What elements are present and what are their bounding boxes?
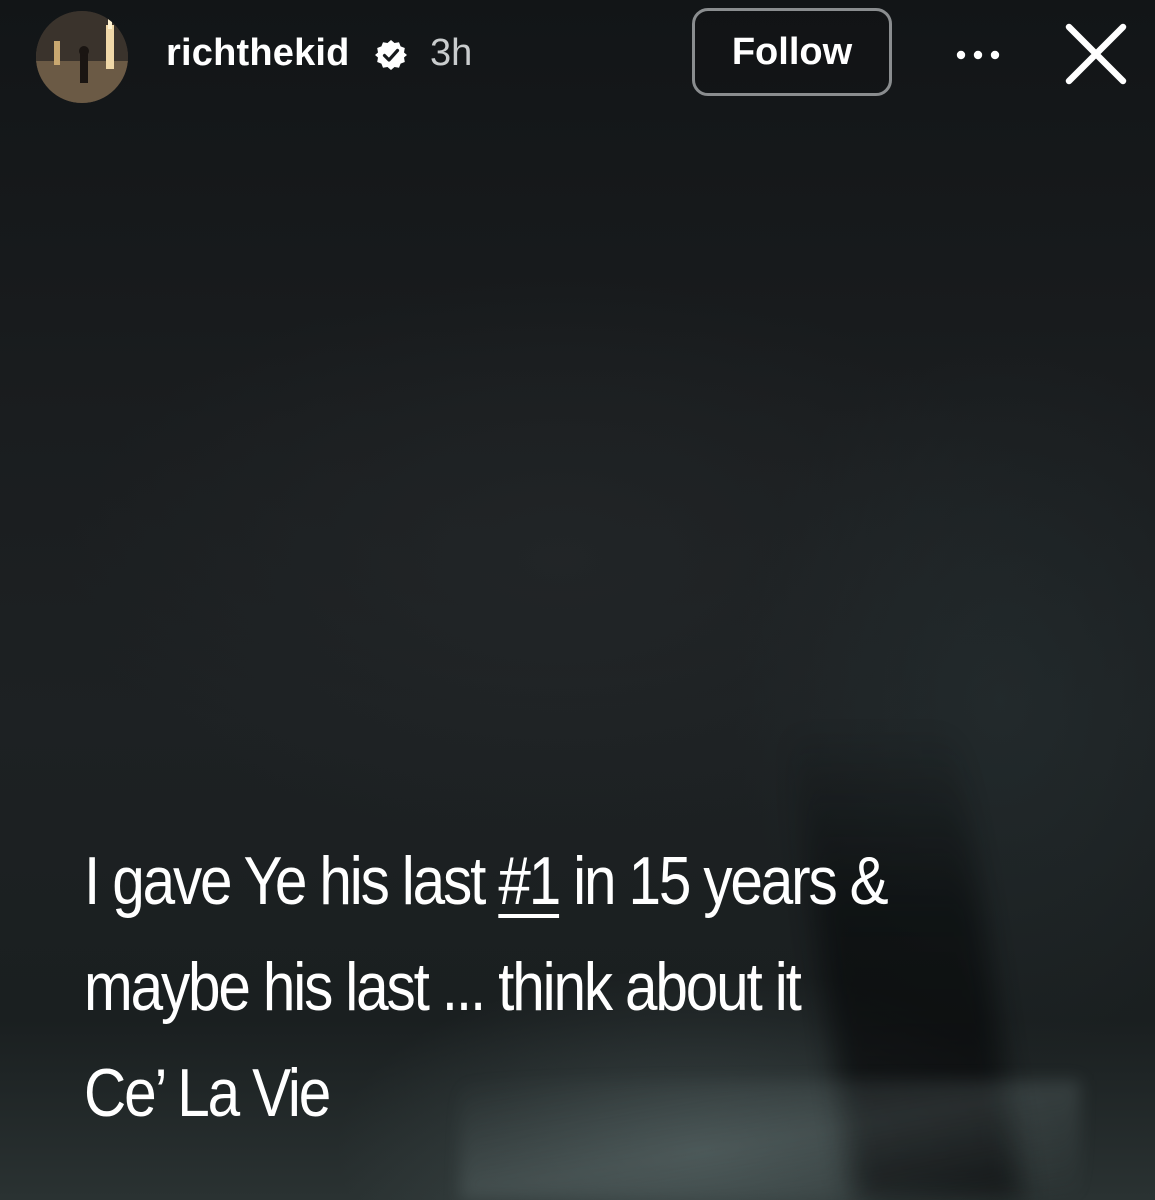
story-caption: I gave Ye his last #1 in 15 years & mayb…	[84, 828, 944, 1146]
caption-line-1-text-b: in 15 years &	[559, 843, 889, 919]
caption-hashtag[interactable]: #1	[498, 843, 561, 919]
caption-line-3: Ce’ La Vie	[84, 1055, 331, 1131]
story-header: richthekid 3h Follow	[0, 0, 1155, 110]
more-options-icon[interactable]	[950, 30, 1006, 80]
caption-line-1-text-a: I gave Ye his last	[84, 843, 499, 919]
story-viewer[interactable]: richthekid 3h Follow I gave Ye his last …	[0, 0, 1155, 1200]
caption-line-2: maybe his last ... think about it	[84, 949, 802, 1025]
post-time: 3h	[430, 32, 473, 74]
avatar[interactable]	[36, 11, 128, 103]
caption-line-1: I gave Ye his last #1 in 15 years &	[84, 828, 944, 934]
verified-badge-icon	[375, 40, 407, 70]
close-icon[interactable]	[1060, 22, 1132, 88]
avatar-image	[36, 11, 128, 103]
username[interactable]: richthekid	[166, 28, 350, 78]
follow-button[interactable]: Follow	[692, 8, 892, 96]
